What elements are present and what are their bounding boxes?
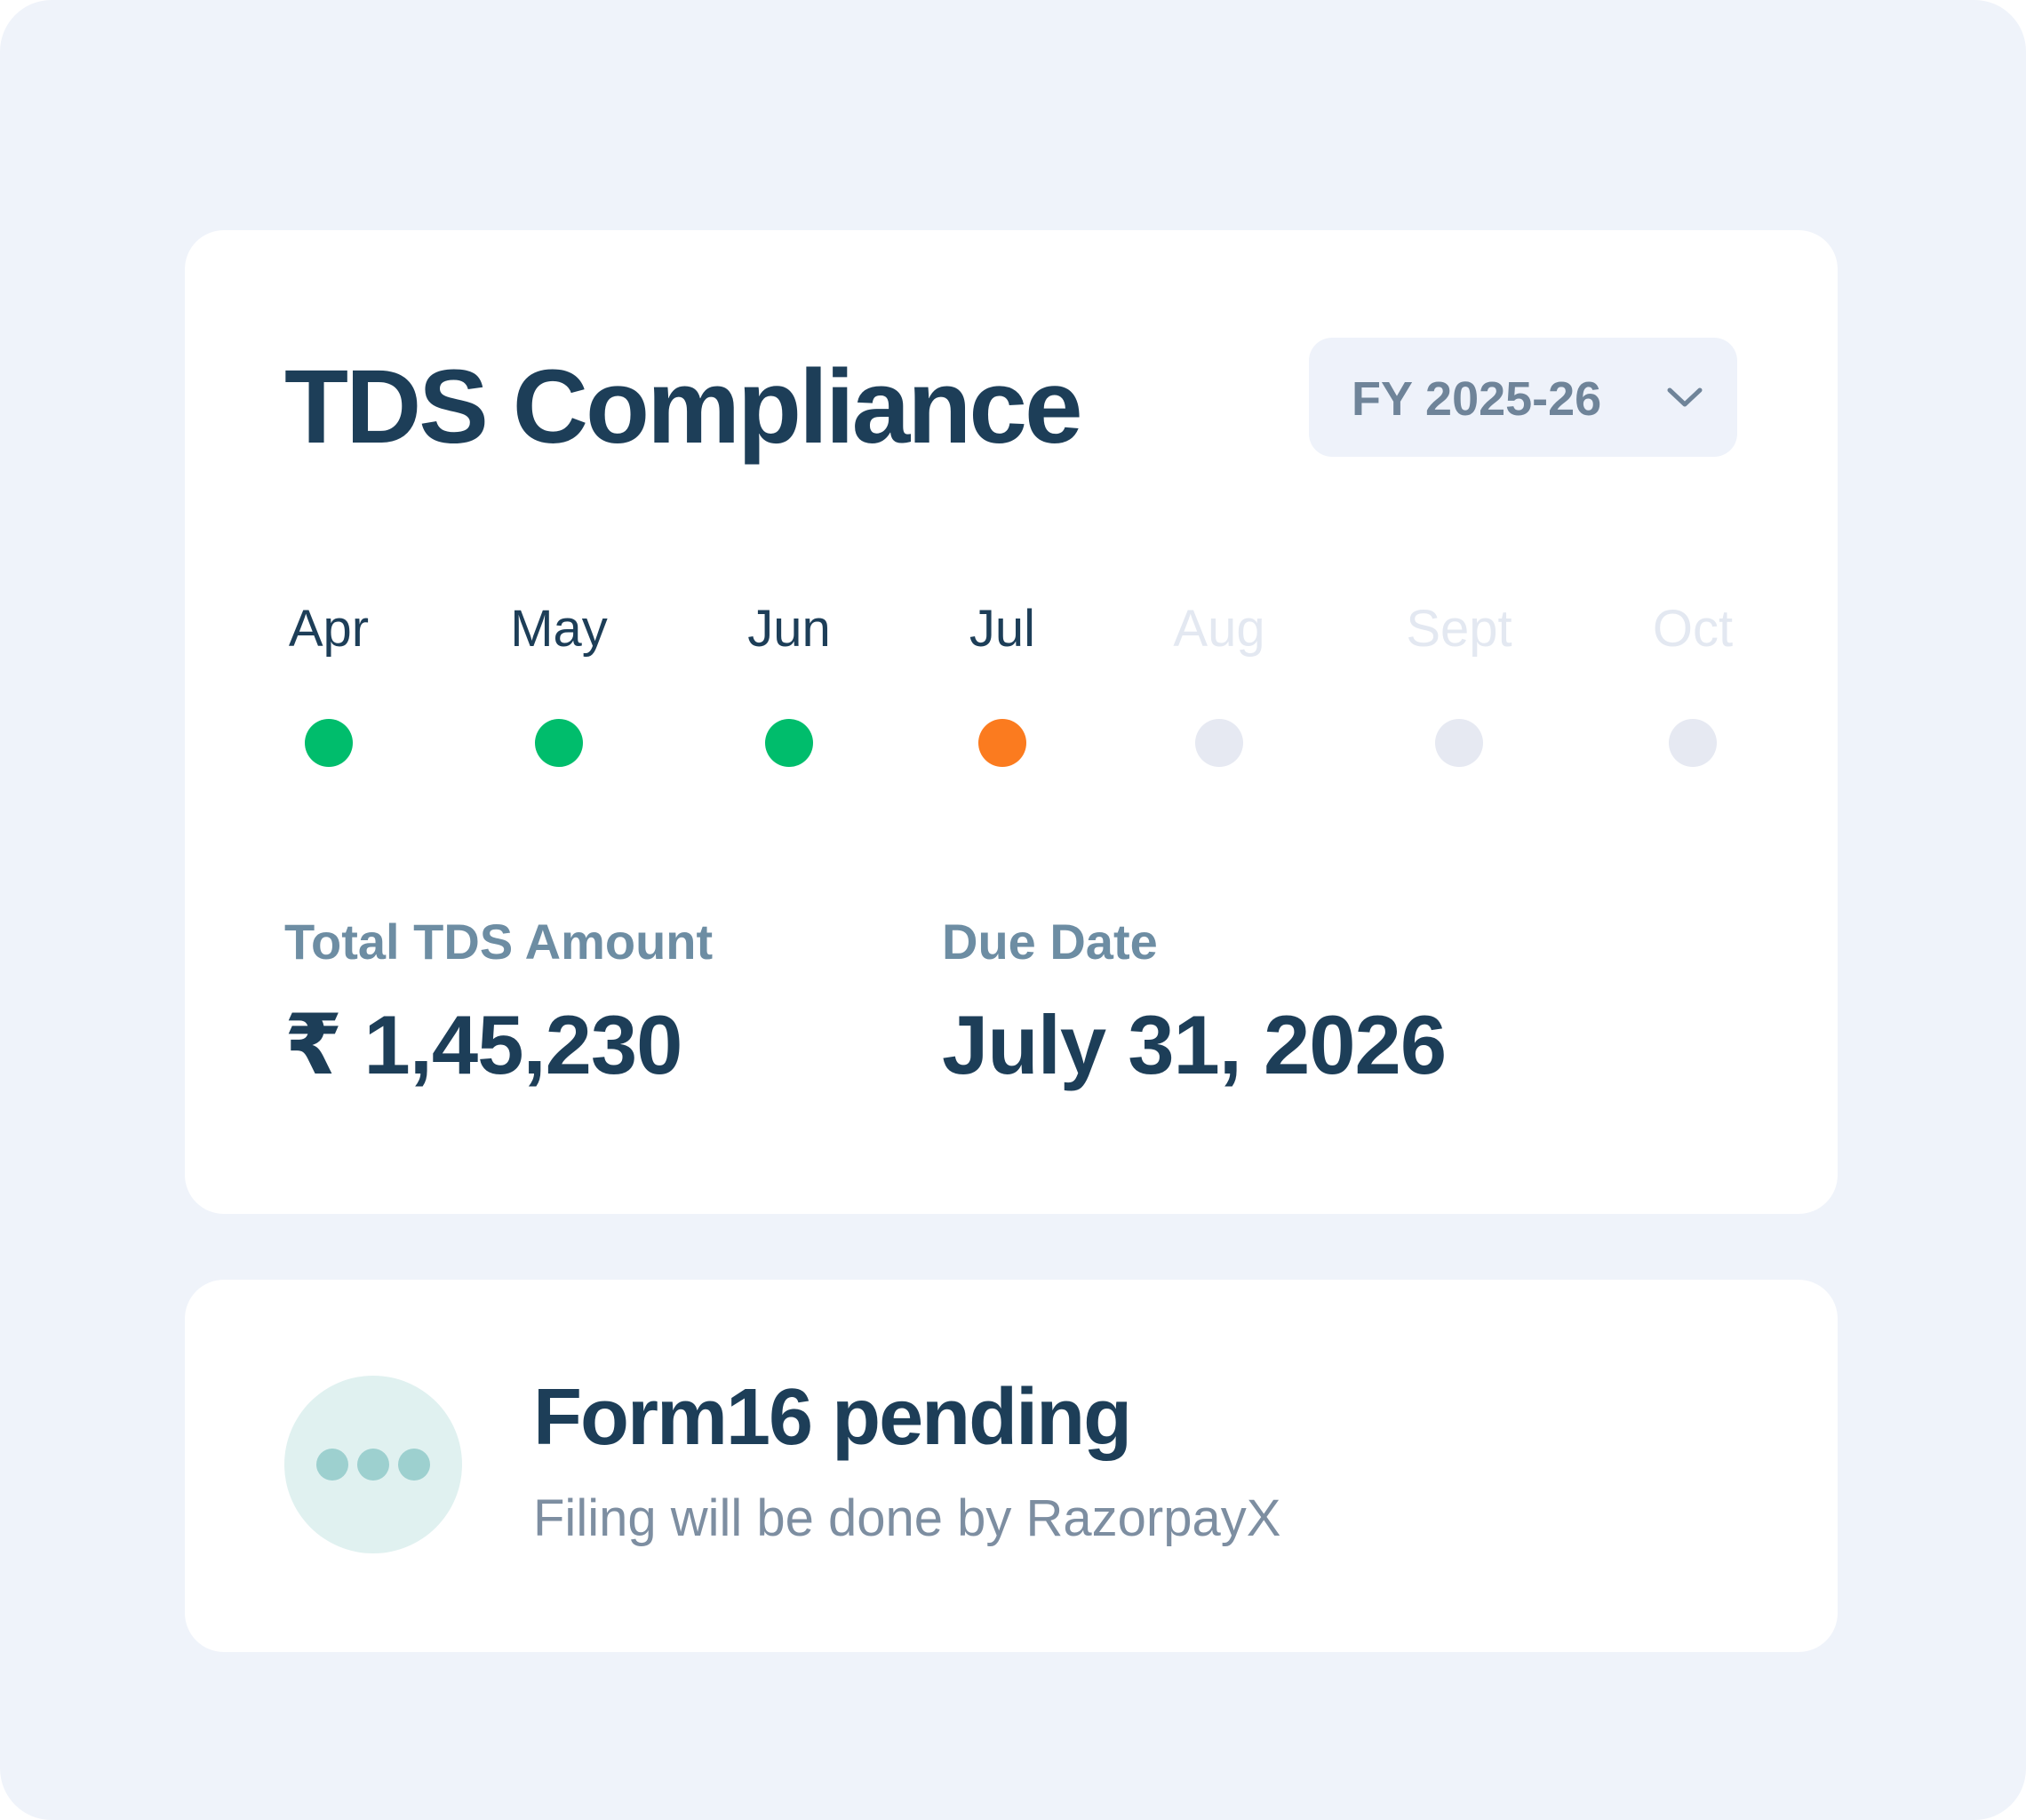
month-status-dot — [1195, 719, 1243, 767]
form16-title: Form16 pending — [533, 1373, 1132, 1462]
month-status-dot — [535, 719, 583, 767]
month-label: Aug — [1173, 600, 1265, 658]
month-label: Oct — [1652, 600, 1734, 658]
month-status-dot — [765, 719, 813, 767]
month-status-dot — [1435, 719, 1483, 767]
month-label: Jul — [969, 600, 1036, 658]
month-status-dot — [978, 719, 1026, 767]
month-label: Jun — [747, 600, 831, 658]
form16-subtitle: Filing will be done by RazorpayX — [533, 1489, 1281, 1547]
total-tds-amount: ₹ 1,45,230 — [284, 998, 682, 1091]
more-dots-icon — [284, 1376, 462, 1553]
due-date-value: July 31, 2026 — [942, 998, 1447, 1091]
month-label: Apr — [288, 600, 370, 658]
form16-status-card: Form16 pending Filing will be done by Ra… — [185, 1280, 1838, 1652]
total-tds-label: Total TDS Amount — [284, 914, 714, 970]
tds-compliance-card: TDS Compliance FY 2025-26 Apr May Jun Ju… — [185, 230, 1838, 1214]
page-background: TDS Compliance FY 2025-26 Apr May Jun Ju… — [0, 0, 2026, 1820]
month-status-dot — [1669, 719, 1717, 767]
month-status-dot — [305, 719, 353, 767]
due-date-label: Due Date — [942, 914, 1158, 970]
month-label: Sept — [1406, 600, 1512, 658]
month-label: May — [510, 600, 608, 658]
monthly-status-timeline: Apr May Jun Jul Aug Sept Oct — [185, 230, 1838, 852]
